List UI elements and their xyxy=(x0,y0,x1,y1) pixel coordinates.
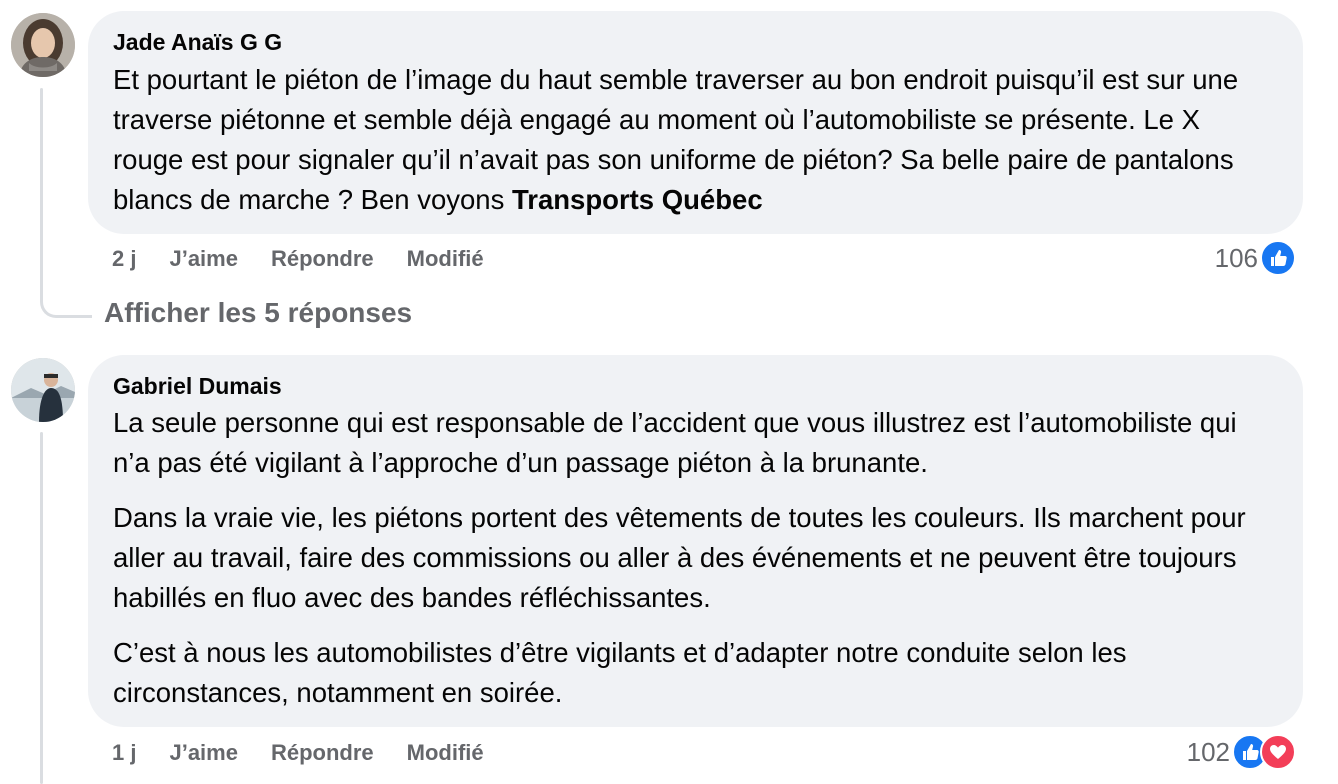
comment-timestamp[interactable]: 2 j xyxy=(112,246,136,272)
comment-text: Et pourtant le piéton de l’image du haut… xyxy=(113,60,1277,220)
reply-button[interactable]: Répondre xyxy=(271,740,374,766)
edited-label[interactable]: Modifié xyxy=(407,246,484,272)
love-icon xyxy=(1260,734,1296,770)
comment-bubble: Gabriel Dumais La seule personne qui est… xyxy=(88,355,1303,727)
avatar[interactable] xyxy=(11,358,75,422)
comment-actions: 2 j J’aime Répondre Modifié xyxy=(112,246,517,272)
edited-label[interactable]: Modifié xyxy=(407,740,484,766)
comment-paragraph: C’est à nous les automobilistes d’être v… xyxy=(113,637,1127,708)
reaction-summary[interactable]: 106 xyxy=(1215,240,1296,276)
mention-link[interactable]: Transports Québec xyxy=(512,184,763,215)
like-button[interactable]: J’aime xyxy=(169,246,238,272)
like-button[interactable]: J’aime xyxy=(169,740,238,766)
comment-timestamp[interactable]: 1 j xyxy=(112,740,136,766)
view-replies-link[interactable]: Afficher les 5 réponses xyxy=(104,297,412,329)
reaction-summary[interactable]: 102 xyxy=(1187,734,1296,770)
comment-paragraph: Dans la vraie vie, les piétons portent d… xyxy=(113,502,1246,613)
thread-line-curve xyxy=(40,282,92,318)
comment-actions: 1 j J’aime Répondre Modifié xyxy=(112,740,517,766)
reaction-count: 102 xyxy=(1186,736,1230,767)
thread-line-vertical-2 xyxy=(40,432,43,784)
reaction-count: 106 xyxy=(1214,242,1258,273)
comment-text: La seule personne qui est responsable de… xyxy=(113,403,1277,713)
reply-button[interactable]: Répondre xyxy=(271,246,374,272)
thread-line-vertical xyxy=(40,88,43,300)
avatar[interactable] xyxy=(11,13,75,77)
comment-paragraph: La seule personne qui est responsable de… xyxy=(113,407,1237,478)
comment-author[interactable]: Jade Anaïs G G xyxy=(113,27,1277,57)
comment-author[interactable]: Gabriel Dumais xyxy=(113,371,1277,401)
like-icon xyxy=(1260,240,1296,276)
comment-bubble: Jade Anaïs G G Et pourtant le piéton de … xyxy=(88,11,1303,234)
